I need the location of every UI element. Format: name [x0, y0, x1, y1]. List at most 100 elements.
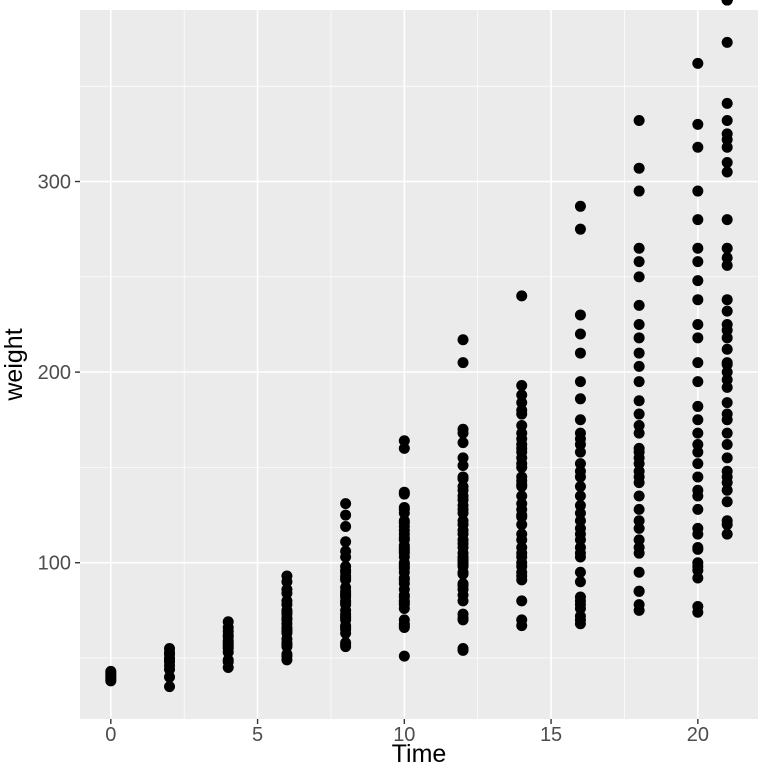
data-point: [458, 452, 469, 463]
data-point: [516, 380, 527, 391]
data-point: [692, 561, 703, 572]
data-point: [340, 637, 351, 648]
data-point: [722, 428, 733, 439]
data-point: [516, 595, 527, 606]
data-point: [164, 681, 175, 692]
panel-background: [80, 10, 758, 719]
data-point: [399, 651, 410, 662]
data-point: [516, 614, 527, 625]
data-point: [722, 529, 733, 540]
data-point: [692, 439, 703, 450]
data-point: [575, 428, 586, 439]
x-axis-title: Time: [392, 740, 447, 768]
data-point: [722, 439, 733, 450]
data-point: [634, 586, 645, 597]
data-point: [722, 294, 733, 305]
data-point: [105, 666, 116, 677]
data-point: [722, 357, 733, 368]
data-point: [692, 485, 703, 496]
data-point: [692, 119, 703, 130]
data-point: [722, 344, 733, 355]
y-tick-label: 300: [38, 172, 71, 194]
data-point: [692, 142, 703, 153]
data-point: [692, 428, 703, 439]
data-point: [634, 376, 645, 387]
data-point: [575, 376, 586, 387]
data-point: [634, 409, 645, 420]
data-point: [634, 491, 645, 502]
y-tick-label: 100: [38, 553, 71, 575]
data-point: [223, 616, 234, 627]
data-point: [575, 491, 586, 502]
data-point: [634, 420, 645, 431]
data-point: [634, 361, 645, 372]
data-point: [575, 603, 586, 614]
data-point: [458, 424, 469, 435]
data-point: [575, 500, 586, 511]
data-point: [575, 329, 586, 340]
data-point: [634, 115, 645, 126]
data-point: [575, 224, 586, 235]
data-point: [722, 115, 733, 126]
data-point: [516, 491, 527, 502]
data-point: [458, 643, 469, 654]
data-point: [722, 409, 733, 420]
data-point: [692, 376, 703, 387]
data-point: [634, 271, 645, 282]
data-point: [516, 290, 527, 301]
data-point: [692, 243, 703, 254]
plot-svg: 05101520100200300Timeweight: [0, 0, 768, 768]
data-point: [722, 128, 733, 139]
data-point: [634, 243, 645, 254]
data-point: [722, 157, 733, 168]
data-point: [722, 466, 733, 477]
data-point: [164, 643, 175, 654]
data-point: [634, 332, 645, 343]
data-point: [634, 319, 645, 330]
data-point: [722, 306, 733, 317]
y-axis-title: weight: [0, 328, 28, 401]
data-point: [575, 481, 586, 492]
data-point: [634, 504, 645, 515]
data-point: [399, 487, 410, 498]
data-point: [575, 393, 586, 404]
data-point: [340, 546, 351, 557]
data-point: [722, 496, 733, 507]
data-point: [722, 243, 733, 254]
data-point: [458, 471, 469, 482]
data-point: [516, 420, 527, 431]
data-point: [340, 536, 351, 547]
data-point: [458, 437, 469, 448]
data-point: [634, 534, 645, 545]
scatter-chart: 05101520100200300Timeweight: [0, 0, 768, 768]
data-point: [692, 58, 703, 69]
data-point: [281, 571, 292, 582]
data-point: [399, 614, 410, 625]
data-point: [692, 471, 703, 482]
data-point: [458, 357, 469, 368]
data-point: [516, 389, 527, 400]
data-point: [722, 252, 733, 263]
data-point: [722, 0, 733, 6]
data-point: [458, 609, 469, 620]
data-point: [722, 397, 733, 408]
data-point: [722, 214, 733, 225]
data-point: [575, 576, 586, 587]
data-point: [634, 163, 645, 174]
data-point: [516, 471, 527, 482]
data-point: [692, 294, 703, 305]
data-point: [634, 186, 645, 197]
data-point: [458, 578, 469, 589]
data-point: [575, 309, 586, 320]
data-point: [722, 37, 733, 48]
data-point: [340, 521, 351, 532]
data-point: [692, 523, 703, 534]
data-point: [516, 529, 527, 540]
x-tick-label: 20: [687, 724, 709, 746]
data-point: [692, 186, 703, 197]
data-point: [575, 201, 586, 212]
data-point: [575, 348, 586, 359]
data-point: [692, 458, 703, 469]
y-tick-label: 200: [38, 362, 71, 384]
data-point: [634, 256, 645, 267]
